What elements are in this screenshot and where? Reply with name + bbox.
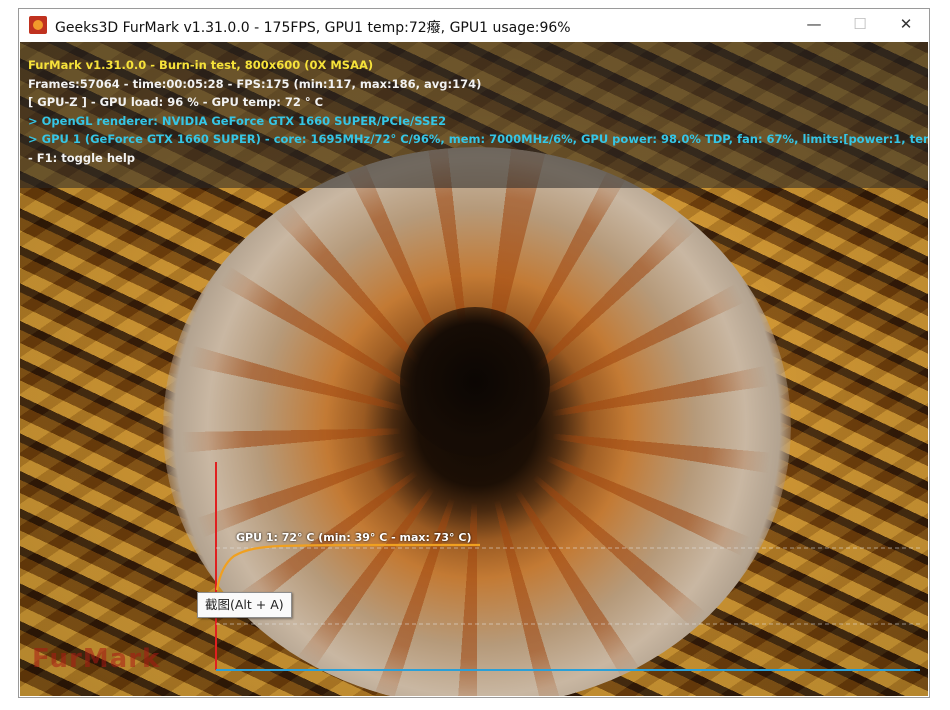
minimize-button[interactable]: — [791,9,837,42]
render-viewport[interactable]: FurMark v1.31.0.0 - Burn-in test, 800x60… [20,42,928,696]
temperature-curve [215,543,480,591]
furmark-icon [29,16,47,34]
screenshot-tooltip: 截图(Alt + A) [197,592,292,618]
maximize-button[interactable]: ☐ [837,9,883,42]
close-button[interactable]: ✕ [883,9,929,42]
window-title: Geeks3D FurMark v1.31.0.0 - 175FPS, GPU1… [55,20,571,36]
graph-temperature-label: GPU 1: 72° C (min: 39° C - max: 73° C) [236,531,472,544]
furmark-window: Geeks3D FurMark v1.31.0.0 - 175FPS, GPU1… [18,8,930,698]
title-bar[interactable]: Geeks3D FurMark v1.31.0.0 - 175FPS, GPU1… [19,9,929,42]
temperature-graph [215,462,920,671]
